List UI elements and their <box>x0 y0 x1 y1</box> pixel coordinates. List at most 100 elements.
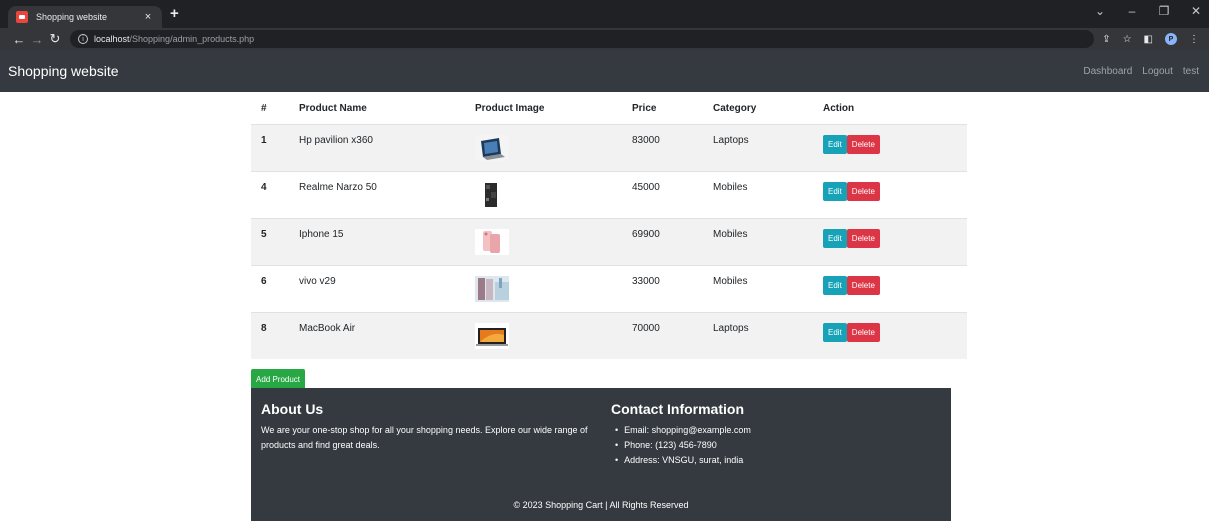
delete-button[interactable]: Delete <box>846 134 880 154</box>
tab-close-icon[interactable]: × <box>142 11 154 23</box>
site-footer: About Us We are your one-stop shop for a… <box>251 388 951 521</box>
window-controls: ⌄ – ❐ ✕ <box>1093 4 1203 18</box>
table-header-row: # Product Name Product Image Price Categ… <box>251 94 967 125</box>
contact-email: Email: shopping@example.com <box>623 423 751 438</box>
product-image-cell <box>465 123 622 171</box>
product-image-cell <box>465 170 622 218</box>
nav-link-user[interactable]: test <box>1183 66 1199 77</box>
header-category: Category <box>703 94 813 125</box>
products-table: # Product Name Product Image Price Categ… <box>251 94 967 359</box>
product-price: 33000 <box>622 264 703 312</box>
product-image <box>475 275 612 302</box>
tab-search-icon[interactable]: ⌄ <box>1093 4 1107 18</box>
contact-title: Contact Information <box>611 401 744 417</box>
delete-button[interactable]: Delete <box>846 181 880 201</box>
bookmark-star-icon[interactable]: ☆ <box>1123 34 1132 45</box>
table-row: 5 Iphone 15 69900 Mobiles Edit Delete <box>251 217 967 265</box>
sidepanel-icon[interactable]: ◧ <box>1144 34 1153 45</box>
header-product-name: Product Name <box>289 94 465 125</box>
product-image <box>475 134 612 161</box>
url-path: /Shopping/admin_products.php <box>129 34 255 44</box>
edit-button[interactable]: Edit <box>823 322 847 342</box>
table-row: 4 Realme Narzo 50 45000 Mobiles Edit Delete <box>251 170 967 218</box>
product-id: 6 <box>251 264 289 312</box>
product-name: Realme Narzo 50 <box>289 170 465 218</box>
product-actions: Edit Delete <box>813 311 967 359</box>
edit-button[interactable]: Edit <box>823 275 847 295</box>
edit-button[interactable]: Edit <box>823 134 847 154</box>
site-brand[interactable]: Shopping website <box>8 63 119 79</box>
edit-button[interactable]: Edit <box>823 228 847 248</box>
minimize-icon[interactable]: – <box>1125 4 1139 18</box>
about-text: We are your one-stop shop for all your s… <box>261 425 588 450</box>
share-icon[interactable]: ⇪ <box>1102 34 1110 45</box>
product-id: 4 <box>251 170 289 218</box>
product-name: Iphone 15 <box>289 217 465 265</box>
product-actions: Edit Delete <box>813 123 967 171</box>
product-name: vivo v29 <box>289 264 465 312</box>
product-category: Laptops <box>703 123 813 171</box>
product-price: 70000 <box>622 311 703 359</box>
delete-button[interactable]: Delete <box>846 322 880 342</box>
product-image-cell <box>465 311 622 359</box>
tab-title: Shopping website <box>36 12 108 22</box>
products-table-container: # Product Name Product Image Price Categ… <box>251 94 967 359</box>
product-name: Hp pavilion x360 <box>289 123 465 171</box>
profile-avatar[interactable]: P <box>1165 33 1177 45</box>
header-product-image: Product Image <box>465 94 622 125</box>
add-product-button[interactable]: Add Product <box>251 369 306 390</box>
about-section: About Us We are your one-stop shop for a… <box>261 401 601 453</box>
product-id: 1 <box>251 123 289 171</box>
product-price: 69900 <box>622 217 703 265</box>
header-action: Action <box>813 94 967 125</box>
contact-section: Contact Information Email: shopping@exam… <box>611 401 751 468</box>
browser-tab[interactable]: Shopping website × <box>8 6 162 28</box>
product-actions: Edit Delete <box>813 170 967 218</box>
table-row: 8 MacBook Air 70000 Laptops Edit Delete <box>251 311 967 359</box>
copyright-text: © 2023 Shopping Cart | All Rights Reserv… <box>513 500 689 510</box>
browser-tabbar: Shopping website × + ⌄ – ❐ ✕ <box>0 0 1209 28</box>
product-category: Mobiles <box>703 264 813 312</box>
product-category: Mobiles <box>703 170 813 218</box>
product-image-cell <box>465 217 622 265</box>
browser-toolbar: ← → ↻ i localhost/Shopping/admin_product… <box>0 28 1209 50</box>
contact-address: Address: VNSGU, surat, india <box>623 453 751 468</box>
restore-icon[interactable]: ❐ <box>1157 4 1171 18</box>
product-actions: Edit Delete <box>813 264 967 312</box>
site-navbar: Shopping website Dashboard Logout test <box>0 50 1209 92</box>
site-favicon-icon <box>16 11 28 23</box>
delete-button[interactable]: Delete <box>846 275 880 295</box>
forward-arrow-icon[interactable]: → <box>28 32 46 47</box>
nav-link-dashboard[interactable]: Dashboard <box>1083 66 1132 77</box>
close-window-icon[interactable]: ✕ <box>1189 4 1203 18</box>
product-image-cell <box>465 264 622 312</box>
delete-button[interactable]: Delete <box>846 228 880 248</box>
more-menu-icon[interactable]: ⋮ <box>1189 34 1199 45</box>
reload-icon[interactable]: ↻ <box>46 31 64 47</box>
edit-button[interactable]: Edit <box>823 181 847 201</box>
product-name: MacBook Air <box>289 311 465 359</box>
back-arrow-icon[interactable]: ← <box>10 32 28 47</box>
header-price: Price <box>622 94 703 125</box>
contact-list: Email: shopping@example.com Phone: (123)… <box>611 423 751 468</box>
toolbar-actions: ⇪ ☆ ◧ P ⋮ <box>1102 33 1199 45</box>
product-image <box>475 181 612 208</box>
product-image <box>475 228 612 255</box>
product-category: Laptops <box>703 311 813 359</box>
url-host: localhost <box>94 34 130 44</box>
contact-phone: Phone: (123) 456-7890 <box>623 438 751 453</box>
product-category: Mobiles <box>703 217 813 265</box>
address-bar[interactable]: i localhost/Shopping/admin_products.php <box>70 30 1095 48</box>
product-image <box>475 322 612 349</box>
product-price: 45000 <box>622 170 703 218</box>
nav-link-logout[interactable]: Logout <box>1142 66 1173 77</box>
table-row: 1 Hp pavilion x360 83000 Laptops Edit Delete <box>251 123 967 171</box>
nav-links: Dashboard Logout test <box>1083 66 1199 77</box>
new-tab-button[interactable]: + <box>170 5 179 22</box>
about-title: About Us <box>261 401 324 417</box>
table-row: 6 vivo v29 33000 Mobiles Edit Delete <box>251 264 967 312</box>
product-actions: Edit Delete <box>813 217 967 265</box>
info-icon[interactable]: i <box>78 34 88 44</box>
header-id: # <box>251 94 289 125</box>
product-price: 83000 <box>622 123 703 171</box>
